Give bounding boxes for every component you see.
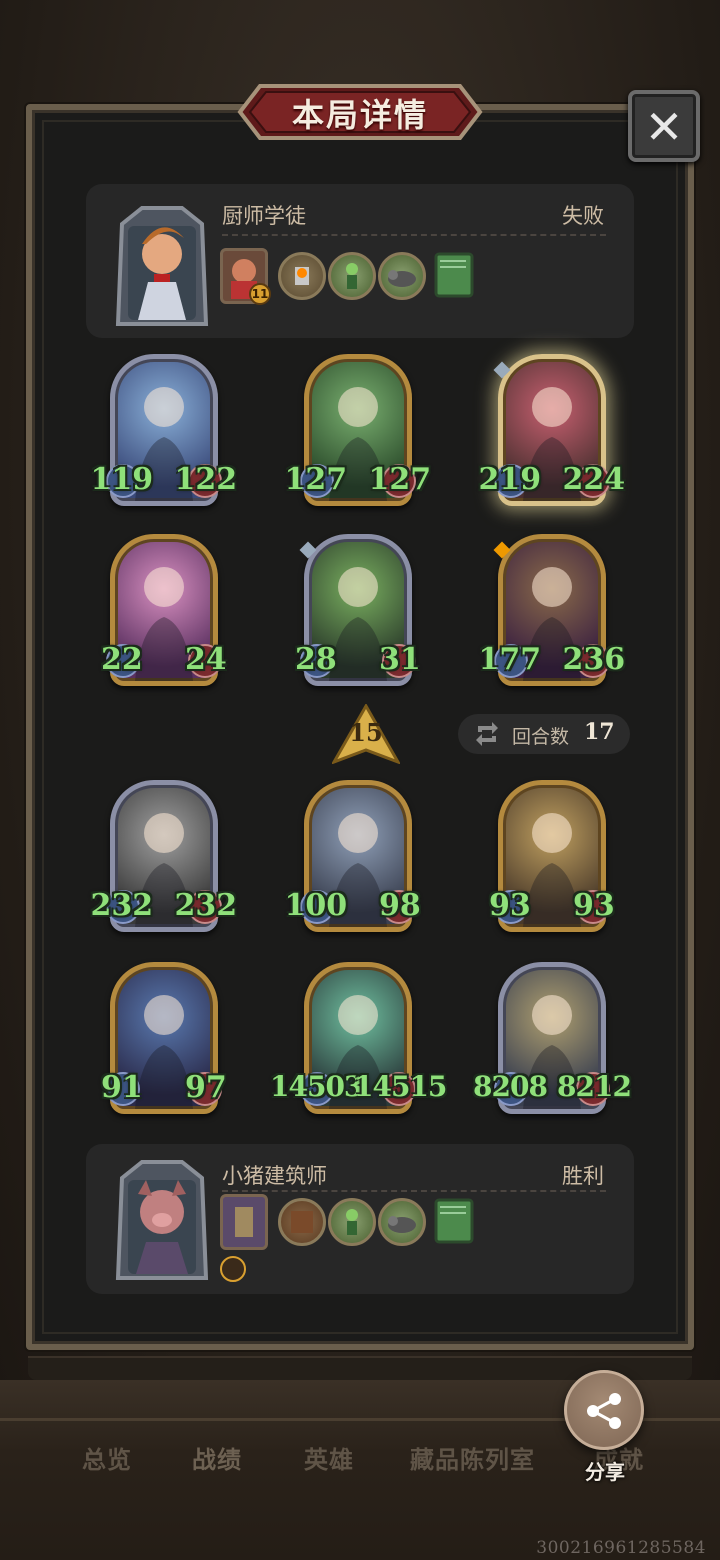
tab-heroes[interactable]: 英雄	[304, 1440, 354, 1475]
player-name: 小猪建筑师	[222, 1164, 327, 1188]
health-value: 122	[174, 462, 238, 497]
bottom-dragon-unit[interactable]: 14503 14515	[270, 962, 447, 1122]
match-result: 失败	[562, 204, 604, 228]
match-result: 胜利	[562, 1164, 604, 1188]
title-banner: 本局详情	[226, 82, 494, 142]
attack-value: 8208	[473, 1070, 548, 1103]
player-portrait-chef[interactable]	[112, 204, 212, 330]
player-portrait-pig[interactable]	[112, 1158, 212, 1284]
health-value: 14515	[354, 1070, 447, 1103]
book-item-icon[interactable]	[430, 1196, 476, 1246]
rounds-icon	[476, 722, 498, 746]
hero-level-badge: 11	[249, 283, 271, 305]
top-player-card: 厨师学徒 失败 11	[86, 184, 634, 338]
attack-value: 28	[295, 642, 337, 677]
tab-records[interactable]: 战绩	[192, 1440, 242, 1475]
attack-value: 177	[478, 642, 542, 677]
top-flower-archer-unit[interactable]: 28 31	[295, 534, 421, 694]
attack-value: 219	[478, 462, 542, 497]
attack-value: 127	[284, 462, 348, 497]
health-value: 24	[185, 642, 227, 677]
bottom-diving-bot-unit[interactable]: 93 93	[489, 780, 615, 940]
hero-power-icon[interactable]: 11	[220, 248, 271, 305]
health-value: 31	[379, 642, 421, 677]
close-button[interactable]: ✕	[628, 90, 700, 162]
top-rafflesia-unit[interactable]: 219 224	[479, 354, 625, 514]
attack-value: 22	[101, 642, 143, 677]
health-value: 236	[562, 642, 626, 677]
top-lotus-unit[interactable]: 22 24	[101, 534, 227, 694]
rank-value: 15	[349, 718, 383, 747]
goblin-item-icon[interactable]	[328, 252, 376, 300]
attack-value: 91	[101, 1070, 143, 1105]
hero-badge-icon	[220, 1256, 246, 1282]
player-name: 厨师学徒	[222, 204, 306, 228]
attack-value: 232	[90, 888, 154, 923]
tome-item-icon[interactable]	[278, 1198, 326, 1246]
item-row: 11	[220, 248, 600, 305]
top-wooden-mask-unit[interactable]: 177 236	[479, 534, 625, 694]
item-row	[220, 1194, 600, 1282]
bottom-windmill-unit[interactable]: 232 232	[91, 780, 237, 940]
bottom-player-card: 小猪建筑师 胜利	[86, 1144, 634, 1294]
divider	[222, 234, 606, 236]
health-value: 93	[573, 888, 615, 923]
bottom-elf-sorceress-unit[interactable]: 91 97	[101, 962, 227, 1122]
tab-overview[interactable]: 总览	[82, 1440, 132, 1475]
health-value: 98	[379, 888, 421, 923]
hero-power-icon[interactable]	[220, 1194, 268, 1250]
rounds-label: 回合数	[512, 726, 570, 748]
top-dryad-unit[interactable]: 127 127	[285, 354, 431, 514]
health-value: 127	[368, 462, 432, 497]
rounds-counter: 回合数 17	[458, 714, 630, 754]
boar-item-icon[interactable]	[378, 252, 426, 300]
share-icon	[587, 1393, 621, 1429]
bottom-robot-unit[interactable]: 100 98	[285, 780, 421, 940]
health-value: 232	[174, 888, 238, 923]
player-id-watermark: 300216961285584	[536, 1538, 706, 1558]
attack-value: 119	[90, 462, 154, 497]
page-title: 本局详情	[291, 96, 428, 134]
close-icon: ✕	[644, 100, 684, 154]
bottom-golem-unit[interactable]: 8208 8212	[473, 962, 632, 1122]
share-button[interactable]	[564, 1370, 644, 1450]
health-value: 224	[562, 462, 626, 497]
attack-value: 14503	[270, 1070, 363, 1103]
divider	[222, 1190, 606, 1192]
tab-collection[interactable]: 藏品陈列室	[410, 1440, 535, 1475]
share-label: 分享	[585, 1460, 625, 1484]
health-value: 8212	[557, 1070, 632, 1103]
health-value: 97	[185, 1070, 227, 1105]
attack-value: 93	[489, 888, 531, 923]
boar-item-icon[interactable]	[378, 1198, 426, 1246]
rounds-value: 17	[584, 719, 615, 745]
lantern-item-icon[interactable]	[278, 252, 326, 300]
goblin-item-icon[interactable]	[328, 1198, 376, 1246]
top-fairy-unit[interactable]: 119 122	[91, 354, 237, 514]
attack-value: 100	[284, 888, 348, 923]
book-item-icon[interactable]	[430, 250, 476, 300]
